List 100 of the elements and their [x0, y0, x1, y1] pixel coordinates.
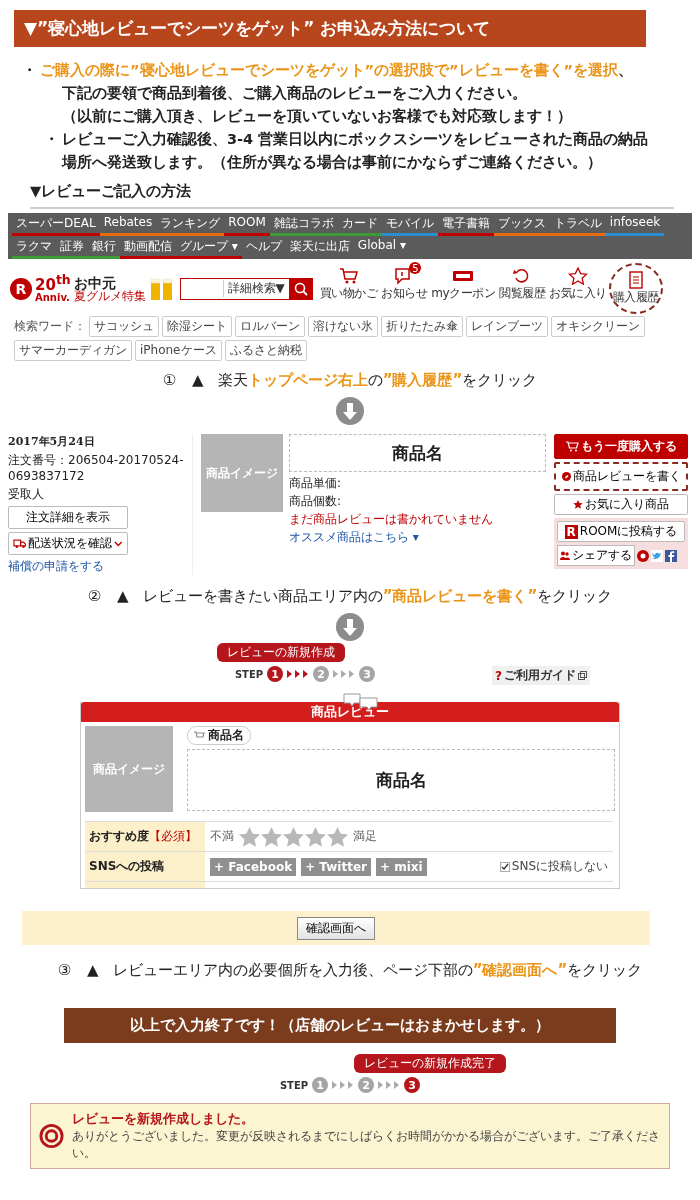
nav-link[interactable]: トラベル	[549, 213, 606, 236]
keyword-chip[interactable]: ふるさと納税	[224, 340, 307, 361]
star-icon[interactable]	[283, 826, 304, 847]
section-heading: ▼レビューご記入の方法	[30, 182, 674, 209]
checkbox-label: SNSに投稿しない	[511, 858, 608, 875]
cart-icon	[194, 731, 205, 740]
star-icon[interactable]	[239, 826, 260, 847]
star-icon[interactable]	[305, 826, 326, 847]
search-icon	[293, 281, 308, 296]
product-name-box: 商品名	[187, 749, 615, 811]
nav-link[interactable]: スーパーDEAL	[12, 213, 100, 236]
arrows-icon	[333, 670, 356, 678]
logo-mark: R	[10, 277, 32, 300]
keyword-chip[interactable]: iPhoneケース	[135, 340, 222, 361]
step-label: STEP	[279, 1079, 309, 1091]
header-link[interactable]: 閲覧履歴	[497, 263, 548, 314]
keyword-chip[interactable]: 折りたたみ傘	[381, 316, 463, 337]
header-link[interactable]: 5 お知らせ	[379, 263, 430, 314]
nav-link[interactable]: 電子書籍	[437, 213, 494, 236]
recommend-link[interactable]: オススメ商品はこちら ▾	[289, 529, 546, 546]
order-date: 2017年5月24日	[8, 434, 96, 449]
delivery-status-button[interactable]: 配送状況を確認	[8, 532, 128, 555]
rating-label: おすすめ度【必須】	[85, 822, 205, 851]
image-tile: 商品イメージ	[85, 726, 173, 812]
arrows-icon	[332, 1081, 355, 1089]
people-icon	[560, 551, 570, 560]
notification-badge: 5	[409, 262, 422, 274]
step-number: 1	[267, 666, 284, 682]
nav-link[interactable]: グループ ▾	[176, 236, 242, 259]
product-name-box: 商品名	[289, 434, 546, 472]
nav-link[interactable]: カード	[337, 213, 382, 236]
rating-high-label: 満足	[353, 828, 377, 845]
nav-link[interactable]: モバイル	[381, 213, 438, 236]
pen-badge-icon	[561, 472, 571, 481]
keyword-chip[interactable]: サマーカーディガン	[14, 340, 132, 361]
star-icon	[567, 267, 588, 285]
confirm-button[interactable]: 確認画面へ	[297, 916, 375, 940]
caret-icon	[114, 540, 123, 547]
step-caption: ① ▲ 楽天 トップページ右上の”購入履歴”をクリック	[161, 371, 539, 390]
header-link[interactable]: 購入履歴	[608, 263, 663, 314]
closing-banner: 以上で入力終了です！（店舗のレビューはおまかせします。）	[64, 1008, 616, 1043]
star-rating[interactable]	[239, 826, 348, 847]
search-option-dropdown[interactable]: 詳細検索▼	[222, 280, 289, 297]
search-field[interactable]: 詳細検索▼	[179, 277, 290, 300]
write-review-button[interactable]: 商品レビューを書く	[554, 462, 688, 491]
anniversary-number: 20$^{th}$	[35, 274, 71, 293]
nav-link[interactable]: Rebates	[99, 213, 157, 236]
bird-icon[interactable]	[651, 549, 663, 562]
cart-icon	[338, 267, 359, 285]
nav-link[interactable]: Global ▾	[353, 236, 410, 259]
search-button[interactable]	[288, 277, 313, 300]
order-number: 注文番号：206504-20170524-0693837172	[8, 452, 185, 483]
social-icon[interactable]	[665, 549, 677, 562]
social-icon[interactable]	[637, 549, 649, 562]
rating-low-label: 不満	[210, 828, 234, 845]
sns-label: SNSへの投稿	[85, 852, 205, 881]
nav-link[interactable]: 動画配信	[120, 236, 176, 259]
keyword-chip[interactable]: ロルバーン	[235, 316, 305, 337]
header-link[interactable]: myクーポン	[429, 263, 498, 314]
bullet: ・	[44, 130, 60, 149]
nav-link[interactable]: ブックス	[493, 213, 550, 236]
step-number: 2	[358, 1077, 375, 1093]
keyword-chip[interactable]: オキシクリーン	[551, 316, 645, 337]
header-link[interactable]: 買い物かご	[317, 263, 380, 314]
keyword-chip[interactable]: 溶けない氷	[308, 316, 378, 337]
star-icon[interactable]	[327, 826, 348, 847]
room-post-button[interactable]: R ROOMに投稿する	[557, 521, 685, 542]
step-number: 2	[313, 666, 330, 682]
buy-again-button[interactable]: もう一度購入する	[554, 434, 688, 459]
page-title: ▼”寝心地レビューでシーツをゲット” お申込み方法について	[14, 10, 646, 47]
checkbox[interactable]	[499, 861, 510, 872]
nav-link[interactable]: infoseek	[605, 213, 665, 236]
nav-link[interactable]: ランキング	[156, 213, 225, 236]
product-name-tag: 商品名	[187, 726, 251, 745]
nav-link[interactable]: 雑誌コラボ	[269, 213, 338, 236]
success-title: レビューを新規作成しました。	[72, 1110, 255, 1128]
keyword-chip[interactable]: サコッシュ	[89, 316, 159, 337]
star-icon	[573, 499, 583, 510]
guide-link[interactable]: ? ご利用ガイド	[492, 666, 590, 685]
unit-price-label: 商品単価:	[289, 475, 343, 492]
share-button[interactable]: シェアする	[557, 545, 635, 566]
claim-link[interactable]: 補償の申請をする	[8, 558, 186, 575]
step-number: 1	[312, 1077, 329, 1093]
star-icon[interactable]	[261, 826, 282, 847]
keyword-chip[interactable]: レインブーツ	[466, 316, 548, 337]
step-caption: ③ ▲ レビューエリア内の必要個所を入力後、ページ下部の”確認画面へ”をクリック	[56, 961, 644, 980]
beer-icon	[148, 275, 175, 302]
nav-link[interactable]: ラクマ	[12, 236, 56, 259]
quantity-label: 商品個数:	[289, 493, 343, 510]
header-link[interactable]: お気に入り	[547, 263, 609, 314]
keyword-chip[interactable]: 除湿シート	[162, 316, 232, 337]
nav-link[interactable]: ROOM	[224, 213, 270, 236]
favorite-button[interactable]: お気に入り商品	[554, 494, 688, 515]
nav-link[interactable]: ヘルプ	[241, 236, 286, 259]
step-tooltip: レビューの新規作成	[217, 643, 346, 662]
step-caption: ② ▲ レビューを書きたい商品エリア内の”商品レビューを書く”をクリック	[86, 587, 614, 606]
nav-link[interactable]: 証券	[56, 236, 88, 259]
nav-link[interactable]: 銀行	[88, 236, 120, 259]
nav-link[interactable]: 楽天に出店	[285, 236, 354, 259]
order-detail-button[interactable]: 注文詳細を表示	[8, 506, 128, 529]
